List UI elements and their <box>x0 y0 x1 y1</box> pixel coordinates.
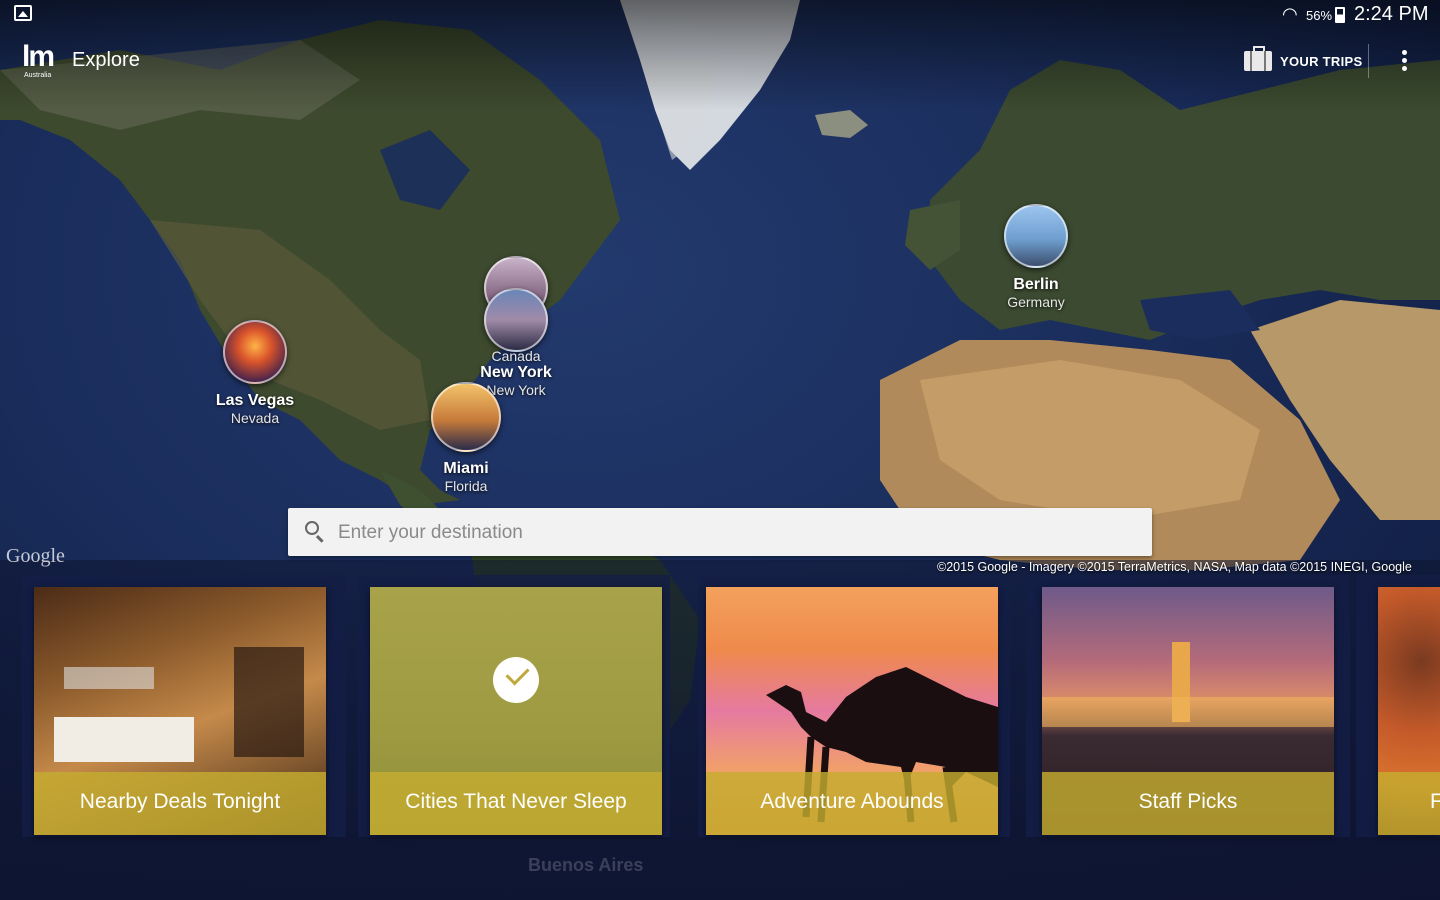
selected-check-icon <box>493 657 539 703</box>
wifi-icon: ◠ <box>1282 4 1298 24</box>
card-adventure-abounds[interactable]: Adventure Abounds <box>706 587 998 835</box>
card-partial[interactable]: F <box>1378 587 1440 835</box>
city-thumbnail <box>484 288 548 352</box>
suitcase-icon <box>1244 46 1272 71</box>
marker-miami[interactable]: Miami Florida <box>396 382 536 494</box>
map-attribution: ©2015 Google - Imagery ©2015 TerraMetric… <box>937 560 1412 574</box>
card-label: F <box>1430 790 1440 813</box>
status-bar: ◠ 56% 2:24 PM <box>0 0 1440 30</box>
page-title: Explore <box>72 49 140 71</box>
search-input[interactable] <box>336 508 1140 558</box>
destination-search[interactable] <box>288 508 1152 558</box>
clock: 2:24 PM <box>1354 3 1429 25</box>
battery-percent: 56% <box>1306 8 1333 23</box>
city-thumbnail <box>431 382 501 452</box>
battery-icon <box>1335 7 1345 23</box>
your-trips-label: YOUR TRIPS <box>1280 53 1363 69</box>
more-options-icon[interactable] <box>1394 46 1414 76</box>
marker-name: New York <box>480 364 552 381</box>
logo-subtitle: Australia <box>24 72 52 79</box>
appbar-divider <box>1368 44 1369 78</box>
marker-las-vegas[interactable]: Las Vegas Nevada <box>185 320 325 426</box>
card-label: Nearby Deals Tonight <box>79 790 281 813</box>
card-staff-picks[interactable]: Staff Picks <box>1042 587 1334 835</box>
marker-name: Las Vegas <box>215 392 295 409</box>
card-label: Adventure Abounds <box>760 790 944 813</box>
marker-name: Berlin <box>1013 276 1059 293</box>
city-thumbnail <box>1004 204 1068 268</box>
marker-region: Florida <box>444 478 488 494</box>
card-nearby-deals[interactable]: Nearby Deals Tonight <box>34 587 326 835</box>
category-carousel[interactable]: Buenos Aires Nearby Deals Tonight Cities… <box>0 575 1440 875</box>
google-logo: Google <box>6 545 65 567</box>
faded-map-label: Buenos Aires <box>528 855 644 875</box>
marker-region: Germany <box>1007 294 1065 310</box>
card-label: Cities That Never Sleep <box>405 790 627 813</box>
search-icon <box>305 521 319 535</box>
city-thumbnail <box>223 320 287 384</box>
app-logo[interactable]: lm Australia <box>22 42 62 82</box>
gallery-notification-icon <box>14 5 32 21</box>
card-label: Staff Picks <box>1138 790 1238 813</box>
marker-berlin[interactable]: Berlin Germany <box>966 204 1106 310</box>
card-cities-never-sleep[interactable]: Cities That Never Sleep <box>370 587 662 835</box>
marker-name: Miami <box>443 460 489 477</box>
logo-mark: lm <box>22 40 55 73</box>
your-trips-button[interactable]: YOUR TRIPS <box>1244 46 1363 74</box>
marker-region: Nevada <box>230 410 280 426</box>
app-bar: lm Australia Explore YOUR TRIPS <box>0 38 1440 88</box>
marker-region-montreal: Canada <box>491 348 541 364</box>
